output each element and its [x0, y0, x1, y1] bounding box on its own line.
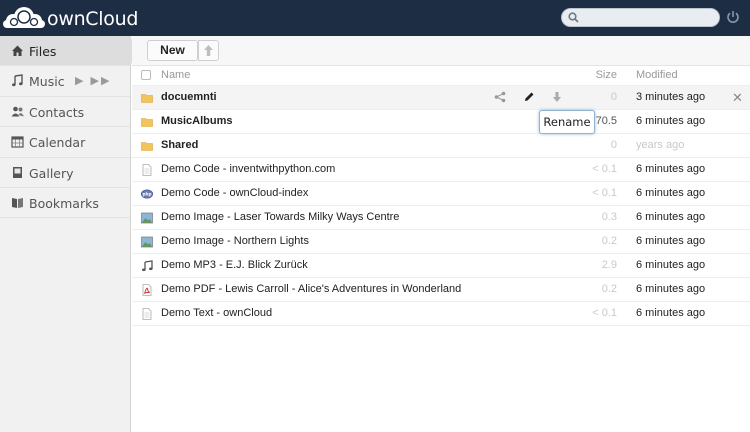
header-bar: ownCloud	[0, 0, 750, 36]
logout-icon[interactable]	[726, 10, 740, 24]
music-note-icon	[12, 74, 23, 87]
sidebar-item-bookmarks[interactable]: Bookmarks	[0, 188, 130, 219]
table-row[interactable]: php Demo Code - ownCloud-index < 0.1 6 m…	[132, 182, 750, 206]
shared-folder-icon	[141, 142, 153, 151]
sidebar-item-calendar[interactable]: Calendar	[0, 127, 130, 158]
pdf-file-icon	[142, 284, 152, 296]
rename-tooltip: Rename	[539, 110, 595, 134]
svg-text:php: php	[143, 192, 152, 197]
sidebar-item-label: Calendar	[29, 135, 86, 151]
sidebar-item-label: Files	[29, 44, 57, 59]
file-modified: 6 minutes ago	[636, 115, 706, 127]
file-name[interactable]: Demo MP3 - E.J. Blick Zurück	[161, 259, 308, 271]
file-modified: 6 minutes ago	[636, 187, 706, 199]
sidebar-item-label: Music	[29, 74, 65, 90]
text-file-icon	[142, 308, 152, 320]
image-file-icon	[141, 236, 153, 248]
file-size: 0.2	[601, 283, 617, 295]
file-size: < 0.1	[592, 163, 617, 175]
file-size: 2.9	[601, 259, 617, 271]
file-modified: 6 minutes ago	[636, 283, 706, 295]
sidebar-item-music[interactable]: Music ▶ ▶▶	[0, 66, 130, 97]
file-name[interactable]: Demo Image - Northern Lights	[161, 235, 309, 247]
search-input[interactable]	[584, 10, 714, 25]
file-name[interactable]: Demo Code - ownCloud-index	[161, 187, 308, 199]
sidebar-navigation: Files Music ▶ ▶▶ Contacts Calendar Galle…	[0, 36, 139, 432]
table-row[interactable]: Demo PDF - Lewis Carroll - Alice's Adven…	[132, 278, 750, 302]
column-header-modified[interactable]: Modified	[636, 69, 678, 81]
file-modified: 6 minutes ago	[636, 163, 706, 175]
delete-icon[interactable]: ✕	[732, 90, 743, 106]
file-size: 0	[610, 91, 617, 103]
image-file-icon	[141, 212, 153, 224]
file-modified: 6 minutes ago	[636, 235, 706, 247]
file-name[interactable]: MusicAlbums	[161, 115, 233, 127]
sidebar-item-label: Contacts	[29, 104, 85, 120]
text-file-icon	[142, 164, 152, 176]
folder-icon	[141, 118, 153, 127]
file-name[interactable]: Demo Code - inventwithpython.com	[161, 163, 335, 175]
upload-button[interactable]	[198, 40, 219, 61]
audio-file-icon	[142, 260, 153, 272]
home-icon	[12, 45, 23, 56]
file-modified: 6 minutes ago	[636, 307, 706, 319]
file-size: 0	[610, 139, 617, 151]
file-modified: 3 minutes ago	[636, 91, 706, 103]
upload-arrow-icon	[204, 45, 213, 56]
table-row[interactable]: Demo Text - ownCloud < 0.1 6 minutes ago	[132, 302, 750, 326]
folder-icon	[141, 94, 153, 103]
table-row[interactable]: MusicAlbums 70.5 6 minutes ago	[132, 110, 750, 134]
file-size: < 0.1	[592, 307, 617, 319]
contacts-icon	[11, 106, 24, 117]
table-row[interactable]: Demo MP3 - E.J. Blick Zurück 2.9 6 minut…	[132, 254, 750, 278]
music-player-controls[interactable]: ▶ ▶▶	[75, 74, 111, 87]
file-table: Name Size Modified docuemnti 0 3 minutes…	[132, 66, 750, 326]
new-button[interactable]: New	[147, 40, 198, 61]
gallery-icon	[13, 166, 22, 178]
sidebar-item-contacts[interactable]: Contacts	[0, 97, 130, 128]
table-header: Name Size Modified	[132, 66, 750, 86]
search-box[interactable]	[561, 8, 720, 27]
file-controls-bar: New	[132, 36, 750, 66]
column-header-name[interactable]: Name	[161, 69, 190, 81]
table-row[interactable]: docuemnti 0 3 minutes ago ✕	[132, 86, 750, 110]
file-modified: years ago	[636, 139, 685, 151]
file-size: 0.2	[601, 235, 617, 247]
file-size: < 0.1	[592, 187, 617, 199]
file-actions	[494, 91, 574, 105]
sidebar-item-label: Bookmarks	[29, 195, 99, 211]
file-name[interactable]: docuemnti	[161, 91, 217, 103]
bookmarks-icon	[12, 197, 23, 208]
file-name[interactable]: Shared	[161, 139, 198, 151]
file-size: 70.5	[595, 115, 617, 127]
file-modified: 6 minutes ago	[636, 211, 706, 223]
share-icon[interactable]	[494, 91, 506, 103]
file-name[interactable]: Demo PDF - Lewis Carroll - Alice's Adven…	[161, 283, 461, 295]
file-name[interactable]: Demo Image - Laser Towards Milky Ways Ce…	[161, 211, 399, 223]
file-name[interactable]: Demo Text - ownCloud	[161, 307, 272, 319]
table-row[interactable]: Demo Code - inventwithpython.com < 0.1 6…	[132, 158, 750, 182]
brand-name: ownCloud	[47, 8, 139, 30]
cloud-logo-icon	[3, 7, 45, 28]
column-header-size[interactable]: Size	[596, 69, 617, 81]
table-row[interactable]: Demo Image - Northern Lights 0.2 6 minut…	[132, 230, 750, 254]
select-all-checkbox[interactable]	[141, 70, 151, 80]
search-icon	[568, 12, 579, 23]
rename-pencil-icon[interactable]	[523, 91, 535, 103]
calendar-icon	[11, 136, 24, 148]
php-file-icon: php	[141, 189, 153, 199]
table-row[interactable]: Shared 0 years ago	[132, 134, 750, 158]
download-icon[interactable]	[551, 91, 563, 103]
table-row[interactable]: Demo Image - Laser Towards Milky Ways Ce…	[132, 206, 750, 230]
sidebar-item-label: Gallery	[29, 165, 74, 181]
owncloud-logo[interactable]: ownCloud	[3, 5, 138, 31]
file-size: 0.3	[601, 211, 617, 223]
file-modified: 6 minutes ago	[636, 259, 706, 271]
sidebar-item-files[interactable]: Files	[0, 36, 139, 67]
sidebar-item-gallery[interactable]: Gallery	[0, 158, 130, 188]
